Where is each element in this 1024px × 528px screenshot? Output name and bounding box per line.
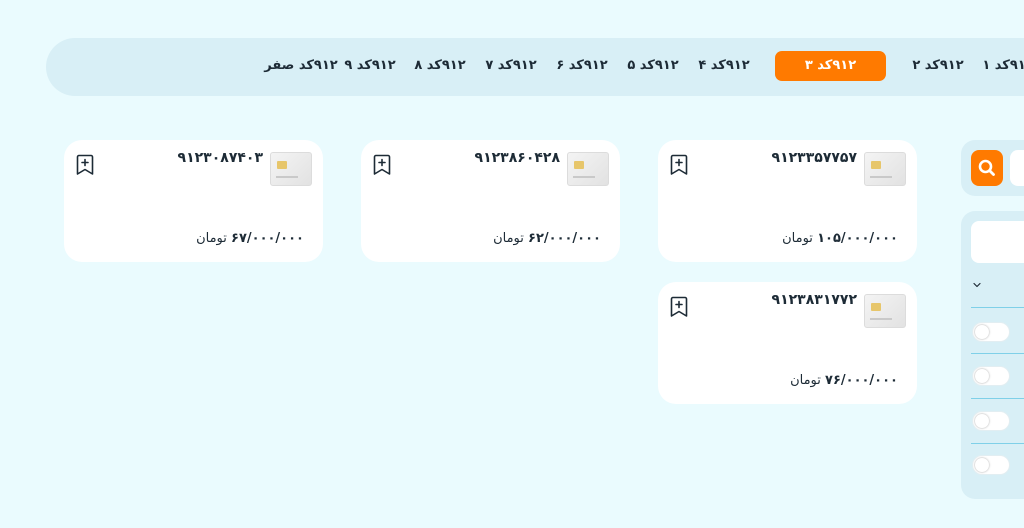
price: ۶۷/۰۰۰/۰۰۰ تومان <box>196 231 304 246</box>
number-card[interactable]: ۹۱۲۳۸۶۰۴۲۸ ۶۲/۰۰۰/۰۰۰ تومان <box>361 140 620 262</box>
price: ۱۰۵/۰۰۰/۰۰۰ تومان <box>782 231 898 246</box>
search-icon <box>978 159 995 176</box>
tab-code-1[interactable]: ۹۱۲کد ۱ <box>980 51 1024 81</box>
tab-code-6[interactable]: ۹۱۲کد ۶ <box>554 51 610 81</box>
filter-input[interactable] <box>971 221 1024 263</box>
sim-card-icon <box>270 152 312 186</box>
sim-card-icon <box>864 152 906 186</box>
bookmark-add-icon[interactable] <box>76 154 94 176</box>
bookmark-add-icon[interactable] <box>670 296 688 318</box>
filter-toggle[interactable] <box>972 455 1010 475</box>
bookmark-add-icon[interactable] <box>670 154 688 176</box>
tab-code-3[interactable]: ۹۱۲کد ۳ <box>775 51 886 81</box>
filter-panel <box>961 211 1024 499</box>
page: ۹۱۲کد صفر ۹۱۲کد ۹ ۹۱۲کد ۸ ۹۱۲کد ۷ ۹۱۲کد … <box>0 0 1024 528</box>
tab-code-2[interactable]: ۹۱۲کد ۲ <box>910 51 966 81</box>
tab-code-zero[interactable]: ۹۱۲کد صفر <box>262 51 340 81</box>
filter-toggle[interactable] <box>972 411 1010 431</box>
tab-code-4[interactable]: ۹۱۲کد ۴ <box>696 51 752 81</box>
filter-toggle[interactable] <box>972 366 1010 386</box>
divider <box>971 443 1024 444</box>
sim-card-icon <box>864 294 906 328</box>
divider <box>971 398 1024 399</box>
phone-number: ۹۱۲۳۳۵۷۷۵۷ <box>771 150 857 166</box>
price: ۷۶/۰۰۰/۰۰۰ تومان <box>790 373 898 388</box>
divider <box>971 307 1024 308</box>
tab-code-8[interactable]: ۹۱۲کد ۸ <box>412 51 468 81</box>
phone-number: ۹۱۲۳۰۸۷۴۰۳ <box>177 150 263 166</box>
sim-card-icon <box>567 152 609 186</box>
phone-number: ۹۱۲۳۸۶۰۴۲۸ <box>474 150 560 166</box>
filter-toggle[interactable] <box>972 322 1010 342</box>
search-box <box>961 140 1024 196</box>
number-card[interactable]: ۹۱۲۳۳۵۷۷۵۷ ۱۰۵/۰۰۰/۰۰۰ تومان <box>658 140 917 262</box>
search-input[interactable] <box>1010 150 1024 186</box>
price: ۶۲/۰۰۰/۰۰۰ تومان <box>493 231 601 246</box>
tab-code-7[interactable]: ۹۱۲کد ۷ <box>483 51 539 81</box>
search-button[interactable] <box>971 150 1003 186</box>
tab-code-9[interactable]: ۹۱۲کد ۹ <box>342 51 398 81</box>
phone-number: ۹۱۲۳۸۳۱۷۷۲ <box>771 292 857 308</box>
prefix-tabs-bar: ۹۱۲کد صفر ۹۱۲کد ۹ ۹۱۲کد ۸ ۹۱۲کد ۷ ۹۱۲کد … <box>46 38 1024 96</box>
chevron-down-icon[interactable] <box>972 281 982 289</box>
tab-code-5[interactable]: ۹۱۲کد ۵ <box>625 51 681 81</box>
number-card[interactable]: ۹۱۲۳۰۸۷۴۰۳ ۶۷/۰۰۰/۰۰۰ تومان <box>64 140 323 262</box>
number-card[interactable]: ۹۱۲۳۸۳۱۷۷۲ ۷۶/۰۰۰/۰۰۰ تومان <box>658 282 917 404</box>
divider <box>971 353 1024 354</box>
bookmark-add-icon[interactable] <box>373 154 391 176</box>
